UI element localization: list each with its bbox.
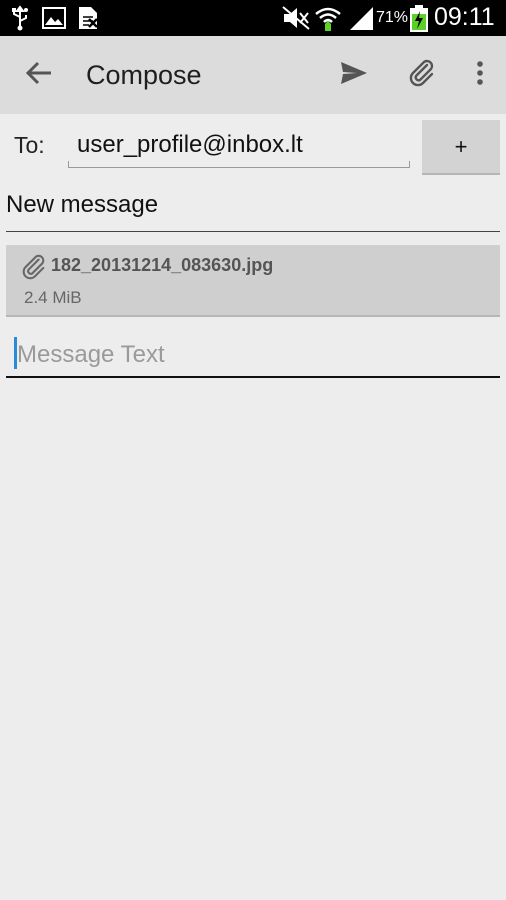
back-arrow-icon <box>25 60 53 91</box>
battery-percent: 71% <box>376 9 409 26</box>
overflow-menu-icon <box>476 60 484 91</box>
wifi-icon <box>314 4 342 37</box>
image-icon <box>42 7 66 34</box>
back-button[interactable] <box>14 36 64 114</box>
mute-icon <box>282 6 310 35</box>
attachment-name: 182_20131214_083630.jpg <box>51 255 274 275</box>
send-button[interactable] <box>330 36 378 114</box>
add-recipient-button[interactable]: + <box>422 120 500 175</box>
overflow-menu-button[interactable] <box>462 36 498 114</box>
usb-icon <box>10 5 30 36</box>
subject-field[interactable]: New message <box>6 186 500 232</box>
battery-charging-icon <box>409 5 429 38</box>
message-text-field[interactable]: Message Text <box>6 333 500 378</box>
page-title: Compose <box>86 60 202 90</box>
signal-icon <box>348 6 374 35</box>
status-bar: 71% 09:11 <box>0 0 506 36</box>
message-placeholder: Message Text <box>17 341 165 368</box>
attach-button[interactable] <box>398 36 446 114</box>
action-bar: Compose <box>0 36 506 114</box>
attachment-item[interactable]: 182_20131214_083630.jpg 2.4 MiB <box>6 245 500 317</box>
attach-icon <box>407 58 437 93</box>
sim-icon <box>77 5 99 36</box>
attachment-size: 2.4 MiB <box>24 288 82 307</box>
to-field[interactable]: user_profile@inbox.lt <box>68 122 410 168</box>
clock: 09:11 <box>434 3 495 31</box>
paperclip-icon <box>20 253 48 286</box>
to-label: To: <box>14 132 45 158</box>
send-icon <box>340 60 368 91</box>
